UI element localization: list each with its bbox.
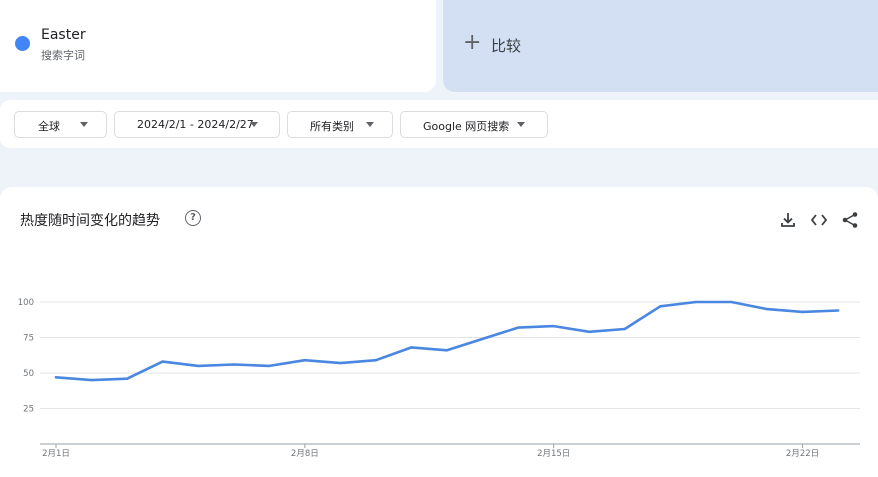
data-point xyxy=(659,305,662,308)
search-type-filter-dropdown[interactable]: Google 网页搜索 xyxy=(400,111,548,138)
data-point xyxy=(125,377,129,380)
series-line xyxy=(54,300,840,382)
data-point xyxy=(836,309,840,312)
search-term-subtitle: 搜索字词 xyxy=(41,49,85,62)
x-tick-label: 2月22日 xyxy=(786,449,819,459)
data-point xyxy=(54,376,58,379)
data-point xyxy=(694,300,698,304)
trend-line-chart: 25 50 75 100 2月1日 2月8日 2月15日 2月22日 xyxy=(18,298,860,459)
chevron-down-icon xyxy=(517,122,525,127)
chevron-down-icon xyxy=(80,122,88,127)
y-tick-label: 100 xyxy=(18,298,34,308)
data-point xyxy=(303,359,307,362)
date-range-filter-label: 2024/2/1 - 2024/2/27 xyxy=(137,118,254,131)
data-point xyxy=(339,361,342,365)
y-tick-label: 25 xyxy=(23,405,34,415)
data-point xyxy=(374,359,378,362)
data-point xyxy=(410,346,413,349)
data-point xyxy=(801,310,804,314)
x-tick-label: 2月8日 xyxy=(291,449,319,459)
add-comparison-button[interactable]: + 比较 xyxy=(443,0,878,92)
region-filter-label: 全球 xyxy=(38,120,60,133)
y-tick-label: 75 xyxy=(23,334,34,344)
data-point xyxy=(552,324,555,328)
term-color-dot xyxy=(15,36,30,51)
search-term-card[interactable]: Easter 搜索字词 xyxy=(0,0,436,92)
data-point xyxy=(623,327,626,331)
x-tick-label: 2月1日 xyxy=(42,449,70,459)
filter-bar: 全球 2024/2/1 - 2024/2/27 所有类别 Google 网页搜索 xyxy=(0,100,878,148)
data-point xyxy=(588,330,591,334)
data-point xyxy=(730,300,733,304)
data-point xyxy=(90,378,93,382)
plus-icon: + xyxy=(463,30,482,55)
data-point xyxy=(232,363,235,366)
data-point xyxy=(161,360,164,363)
data-point xyxy=(445,349,449,352)
search-term-name[interactable]: Easter xyxy=(41,27,86,43)
data-point xyxy=(765,307,769,311)
chevron-down-icon xyxy=(250,122,258,127)
category-filter-dropdown[interactable]: 所有类别 xyxy=(287,111,393,138)
chevron-down-icon xyxy=(366,122,374,127)
x-tick-label: 2月15日 xyxy=(537,449,570,459)
compare-label: 比较 xyxy=(491,37,522,55)
region-filter-dropdown[interactable]: 全球 xyxy=(14,111,107,138)
data-point xyxy=(481,337,484,341)
y-tick-label: 50 xyxy=(23,369,34,379)
data-point xyxy=(197,364,200,368)
data-point xyxy=(516,326,520,329)
category-filter-label: 所有类别 xyxy=(310,120,354,133)
search-type-filter-label: Google 网页搜索 xyxy=(423,120,510,133)
data-point xyxy=(268,364,271,368)
interest-over-time-card: 热度随时间变化的趋势 ? 25 50 75 100 2月1日 2月8日 2月15日 2月22日 xyxy=(0,187,878,477)
date-range-filter-dropdown[interactable]: 2024/2/1 - 2024/2/27 xyxy=(114,111,280,138)
